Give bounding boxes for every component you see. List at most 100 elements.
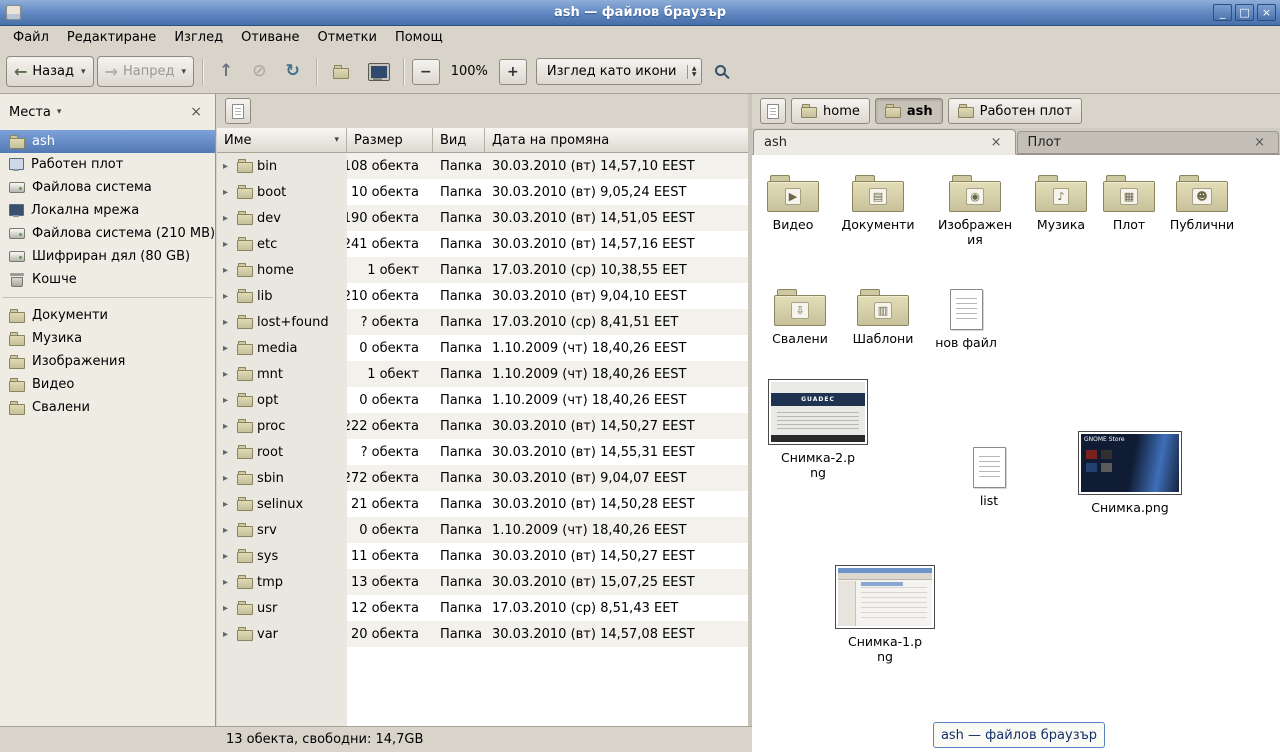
table-row[interactable]: ▸sbin272 обектаПапка30.03.2010 (вт) 9,04… xyxy=(217,465,748,491)
sidebar-item-4[interactable]: Файлова система (210 MB) xyxy=(0,222,215,245)
sidebar-item-7[interactable]: Документи xyxy=(0,304,215,327)
sidebar-item-5[interactable]: Шифриран дял (80 GB) xyxy=(0,245,215,268)
expander-icon[interactable]: ▸ xyxy=(223,473,233,484)
search-button[interactable] xyxy=(705,56,740,87)
expander-icon[interactable]: ▸ xyxy=(223,187,233,198)
zoom-out-button[interactable]: − xyxy=(412,59,440,85)
icon-view-item[interactable]: ☻Публични xyxy=(1162,175,1242,232)
sidebar-item-11[interactable]: Свалени xyxy=(0,396,215,419)
expander-icon[interactable]: ▸ xyxy=(223,291,233,302)
expander-icon[interactable]: ▸ xyxy=(223,265,233,276)
column-header-modified[interactable]: Дата на промяна xyxy=(485,128,748,153)
icon-view-item[interactable]: ▤Документи xyxy=(837,175,919,232)
sidebar-close-icon[interactable]: × xyxy=(186,104,206,120)
home-button[interactable] xyxy=(325,56,357,87)
menu-item-5[interactable]: Помощ xyxy=(386,26,452,50)
table-row[interactable]: ▸media0 обектаПапка1.10.2009 (чт) 18,40,… xyxy=(217,335,748,361)
close-button[interactable]: × xyxy=(1257,4,1276,21)
icon-view-item[interactable]: list xyxy=(951,447,1027,508)
menu-item-2[interactable]: Изглед xyxy=(165,26,232,50)
menu-item-1[interactable]: Редактиране xyxy=(58,26,165,50)
path-button-1[interactable]: ash xyxy=(875,98,943,124)
table-row[interactable]: ▸var20 обектаПапка30.03.2010 (вт) 14,57,… xyxy=(217,621,748,647)
expander-icon[interactable]: ▸ xyxy=(223,499,233,510)
table-row[interactable]: ▸lib210 обектаПапка30.03.2010 (вт) 9,04,… xyxy=(217,283,748,309)
expander-icon[interactable]: ▸ xyxy=(223,317,233,328)
table-row[interactable]: ▸srv0 обектаПапка1.10.2009 (чт) 18,40,26… xyxy=(217,517,748,543)
zoom-in-button[interactable]: + xyxy=(499,59,527,85)
column-header-size[interactable]: Размер xyxy=(347,128,433,153)
tab-0[interactable]: ash× xyxy=(753,129,1016,155)
sidebar-item-9[interactable]: Изображения xyxy=(0,350,215,373)
location-toggle-button[interactable] xyxy=(760,98,786,124)
expander-icon[interactable]: ▸ xyxy=(223,577,233,588)
expander-icon[interactable]: ▸ xyxy=(223,161,233,172)
taskbar-window-button[interactable]: ash — файлов браузър xyxy=(933,722,1105,748)
table-row[interactable]: ▸dev190 обектаПапка30.03.2010 (вт) 14,51… xyxy=(217,205,748,231)
sidebar-item-10[interactable]: Видео xyxy=(0,373,215,396)
stop-button[interactable]: ⊘ xyxy=(244,56,274,87)
table-row[interactable]: ▸boot10 обектаПапка30.03.2010 (вт) 9,05,… xyxy=(217,179,748,205)
icon-view-item[interactable]: GUADECСнимка-2.png xyxy=(766,379,870,480)
tab-1[interactable]: Плот× xyxy=(1017,131,1280,154)
expander-icon[interactable]: ▸ xyxy=(223,525,233,536)
menu-item-0[interactable]: Файл xyxy=(4,26,58,50)
maximize-button[interactable]: □ xyxy=(1235,4,1254,21)
back-button[interactable]: ← Назад ▾ xyxy=(6,56,94,87)
forward-button[interactable]: → Напред ▾ xyxy=(97,56,194,87)
menu-item-3[interactable]: Отиване xyxy=(232,26,308,50)
table-row[interactable]: ▸etc241 обектаПапка30.03.2010 (вт) 14,57… xyxy=(217,231,748,257)
sidebar-item-3[interactable]: Локална мрежа xyxy=(0,199,215,222)
up-button[interactable]: ↑ xyxy=(211,56,241,87)
icon-view-item[interactable]: Снимка-1.png xyxy=(833,565,937,664)
icon-view-item[interactable]: ▥Шаблони xyxy=(845,289,921,346)
column-header-name[interactable]: Име ▾ xyxy=(217,128,347,153)
location-toggle-button[interactable] xyxy=(225,98,251,124)
sidebar-item-0[interactable]: ash xyxy=(0,130,215,153)
column-header-type[interactable]: Вид xyxy=(433,128,485,153)
computer-button[interactable] xyxy=(360,56,395,87)
path-button-0[interactable]: home xyxy=(791,98,870,124)
reload-button[interactable]: ↻ xyxy=(277,56,307,87)
tab-close-icon[interactable]: × xyxy=(1251,135,1268,150)
sidebar-title[interactable]: Места xyxy=(9,105,51,120)
expander-icon[interactable]: ▸ xyxy=(223,629,233,640)
table-row[interactable]: ▸mnt1 обектПапка1.10.2009 (чт) 18,40,26 … xyxy=(217,361,748,387)
back-history-chevron-icon[interactable]: ▾ xyxy=(81,67,86,77)
expander-icon[interactable]: ▸ xyxy=(223,421,233,432)
expander-icon[interactable]: ▸ xyxy=(223,369,233,380)
combobox-spinner-icon[interactable]: ▲ ▼ xyxy=(687,65,701,79)
table-row[interactable]: ▸opt0 обектаПапка1.10.2009 (чт) 18,40,26… xyxy=(217,387,748,413)
sidebar-chevron-icon[interactable]: ▾ xyxy=(57,107,62,117)
expander-icon[interactable]: ▸ xyxy=(223,213,233,224)
icon-view-item[interactable]: ▦Плот xyxy=(1091,175,1167,232)
expander-icon[interactable]: ▸ xyxy=(223,447,233,458)
expander-icon[interactable]: ▸ xyxy=(223,343,233,354)
expander-icon[interactable]: ▸ xyxy=(223,551,233,562)
expander-icon[interactable]: ▸ xyxy=(223,395,233,406)
sidebar-item-2[interactable]: Файлова система xyxy=(0,176,215,199)
table-row[interactable]: ▸tmp13 обектаПапка30.03.2010 (вт) 15,07,… xyxy=(217,569,748,595)
table-row[interactable]: ▸home1 обектПапка17.03.2010 (ср) 10,38,5… xyxy=(217,257,748,283)
icon-view-item[interactable]: ♪Музика xyxy=(1021,175,1101,232)
sidebar-item-6[interactable]: Кошче xyxy=(0,268,215,291)
table-row[interactable]: ▸sys11 обектаПапка30.03.2010 (вт) 14,50,… xyxy=(217,543,748,569)
sidebar-item-8[interactable]: Музика xyxy=(0,327,215,350)
icon-view-item[interactable]: ◉Изображения xyxy=(933,175,1017,247)
view-mode-combobox[interactable]: Изглед като икони ▲ ▼ xyxy=(536,58,702,85)
tab-close-icon[interactable]: × xyxy=(988,135,1005,150)
icon-view-item[interactable]: GNOME StoreСнимка.png xyxy=(1076,431,1184,515)
path-button-2[interactable]: Работен плот xyxy=(948,98,1082,124)
expander-icon[interactable]: ▸ xyxy=(223,603,233,614)
icon-view-item[interactable]: нов файл xyxy=(928,289,1004,350)
table-row[interactable]: ▸usr12 обектаПапка17.03.2010 (ср) 8,51,4… xyxy=(217,595,748,621)
minimize-button[interactable]: _ xyxy=(1213,4,1232,21)
table-row[interactable]: ▸root? обектаПапка30.03.2010 (вт) 14,55,… xyxy=(217,439,748,465)
expander-icon[interactable]: ▸ xyxy=(223,239,233,250)
menu-item-4[interactable]: Отметки xyxy=(308,26,385,50)
table-row[interactable]: ▸lost+found? обектаПапка17.03.2010 (ср) … xyxy=(217,309,748,335)
icon-view-item[interactable]: ▶Видео xyxy=(755,175,831,232)
icon-view-item[interactable]: ⇩Свалени xyxy=(762,289,838,346)
sidebar-item-1[interactable]: Работен плот xyxy=(0,153,215,176)
forward-history-chevron-icon[interactable]: ▾ xyxy=(181,67,186,77)
